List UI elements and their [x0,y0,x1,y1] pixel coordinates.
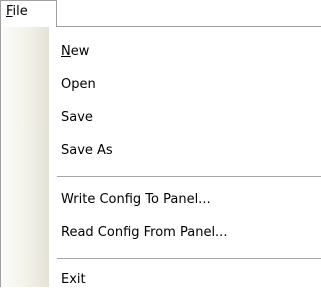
menu-item-save[interactable]: Save [1,102,321,135]
menu-bar: File [0,0,321,27]
file-dropdown-menu: New Open Save Save As Write Config To Pa… [0,26,321,287]
menu-item-open[interactable]: Open [1,69,321,102]
menu-item-write-config[interactable]: Write Config To Panel... [1,184,321,217]
menu-item-open-label: Open [61,77,96,92]
menu-separator [57,258,321,259]
menu-item-save-as[interactable]: Save As [1,135,321,168]
menu-item-exit-label: Exit [61,272,86,287]
menu-item-save-label: Save [61,110,93,125]
menu-item-write-config-label: Write Config To Panel... [61,192,211,207]
file-menu-label: File [6,4,28,19]
menu-item-read-config-label: Read Config From Panel... [61,225,228,240]
menu-item-save-as-label: Save As [61,143,113,158]
menu-item-read-config[interactable]: Read Config From Panel... [1,217,321,250]
menu-separator [57,176,321,177]
file-menu-title[interactable]: File [0,0,57,27]
menu-item-new[interactable]: New [1,36,321,69]
menu-item-new-label: New [61,44,90,59]
menu-item-exit[interactable]: Exit [1,264,321,297]
